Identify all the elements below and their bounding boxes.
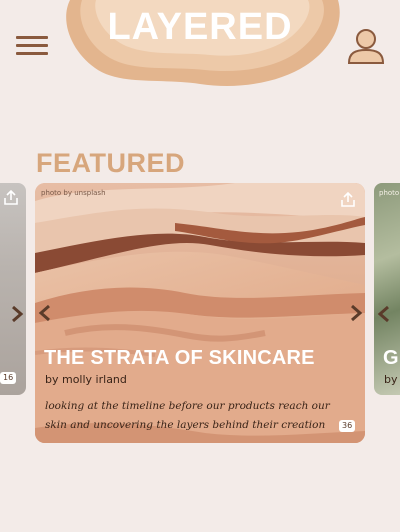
photo-credit: photo by unsplash [41, 189, 106, 197]
chevron-right-icon[interactable] [349, 304, 363, 322]
user-icon [347, 29, 385, 64]
carousel-card-previous[interactable]: 16 [0, 183, 26, 395]
featured-article-card[interactable]: photo by unsplash THE STRATA OF SKINCARE… [35, 183, 365, 443]
page-count-badge: 36 [339, 420, 356, 432]
app-header: LAYERED [0, 0, 400, 120]
chevron-left-icon[interactable] [38, 304, 52, 322]
page-count-badge: 16 [0, 372, 17, 384]
section-title-featured: FEATURED [36, 148, 185, 178]
article-author-fragment: by [384, 373, 398, 386]
share-icon[interactable] [2, 189, 20, 207]
photo-credit: photo b [379, 189, 400, 197]
share-icon[interactable] [339, 191, 357, 209]
menu-button[interactable] [16, 36, 48, 56]
hamburger-icon [16, 36, 48, 39]
article-title-fragment: G [383, 347, 399, 369]
brand-logo[interactable]: LAYERED [0, 6, 400, 49]
chevron-right-icon[interactable] [10, 305, 24, 323]
chevron-left-icon[interactable] [377, 305, 391, 323]
profile-button[interactable] [346, 26, 386, 66]
article-description: looking at the timeline before our produ… [45, 400, 330, 431]
article-title[interactable]: THE STRATA OF SKINCARE [44, 347, 315, 370]
article-author: by molly irland [45, 373, 127, 386]
carousel-card-next[interactable]: photo b G by [374, 183, 400, 395]
